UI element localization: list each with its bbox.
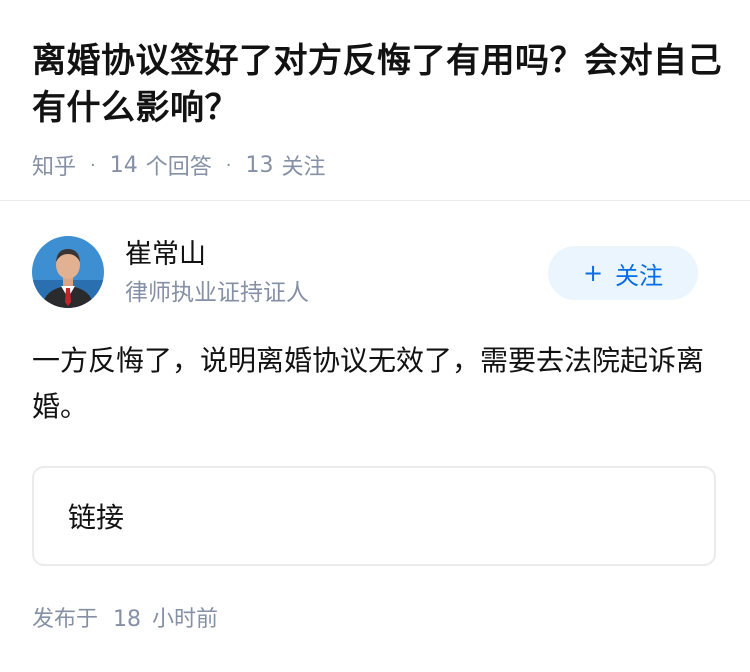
publish-time: 发布于 18 小时前 xyxy=(32,604,218,636)
avatar[interactable] xyxy=(32,236,104,308)
author-name[interactable]: 崔常山 xyxy=(125,238,206,272)
publish-unit: 小时前 xyxy=(152,607,219,632)
question-header: 离婚协议签好了对方反悔了有用吗？会对自己有什么影响？ 知乎 · 14 个回答 ·… xyxy=(32,38,722,180)
follower-count: 13 xyxy=(245,152,274,178)
separator-dot: · xyxy=(225,154,232,176)
follow-button[interactable]: + 关注 xyxy=(548,246,698,300)
follower-count-label: 关注 xyxy=(281,155,326,180)
link-card[interactable]: 链接 xyxy=(32,466,716,566)
section-divider xyxy=(0,200,750,201)
question-meta: 知乎 · 14 个回答 · 13 关注 xyxy=(32,149,722,181)
follow-button-label: 关注 xyxy=(615,261,664,290)
publish-number: 18 xyxy=(113,607,142,632)
separator-dot: · xyxy=(90,154,96,176)
question-title[interactable]: 离婚协议签好了对方反悔了有用吗？会对自己有什么影响？ xyxy=(32,38,722,132)
link-label: 链接 xyxy=(68,501,125,534)
answer-count: 14 xyxy=(109,152,138,178)
answer-content: 一方反悔了，说明离婚协议无效了，需要去法院起诉离婚。 xyxy=(32,344,705,423)
answer-count-label: 个回答 xyxy=(145,155,212,180)
publish-prefix: 发布于 xyxy=(32,607,99,632)
plus-icon: + xyxy=(582,259,604,287)
source-label[interactable]: 知乎 xyxy=(32,149,76,181)
author-card: 崔常山 律师执业证持证人 + 关注 xyxy=(32,236,722,308)
author-badge: 律师执业证持证人 xyxy=(125,280,309,306)
